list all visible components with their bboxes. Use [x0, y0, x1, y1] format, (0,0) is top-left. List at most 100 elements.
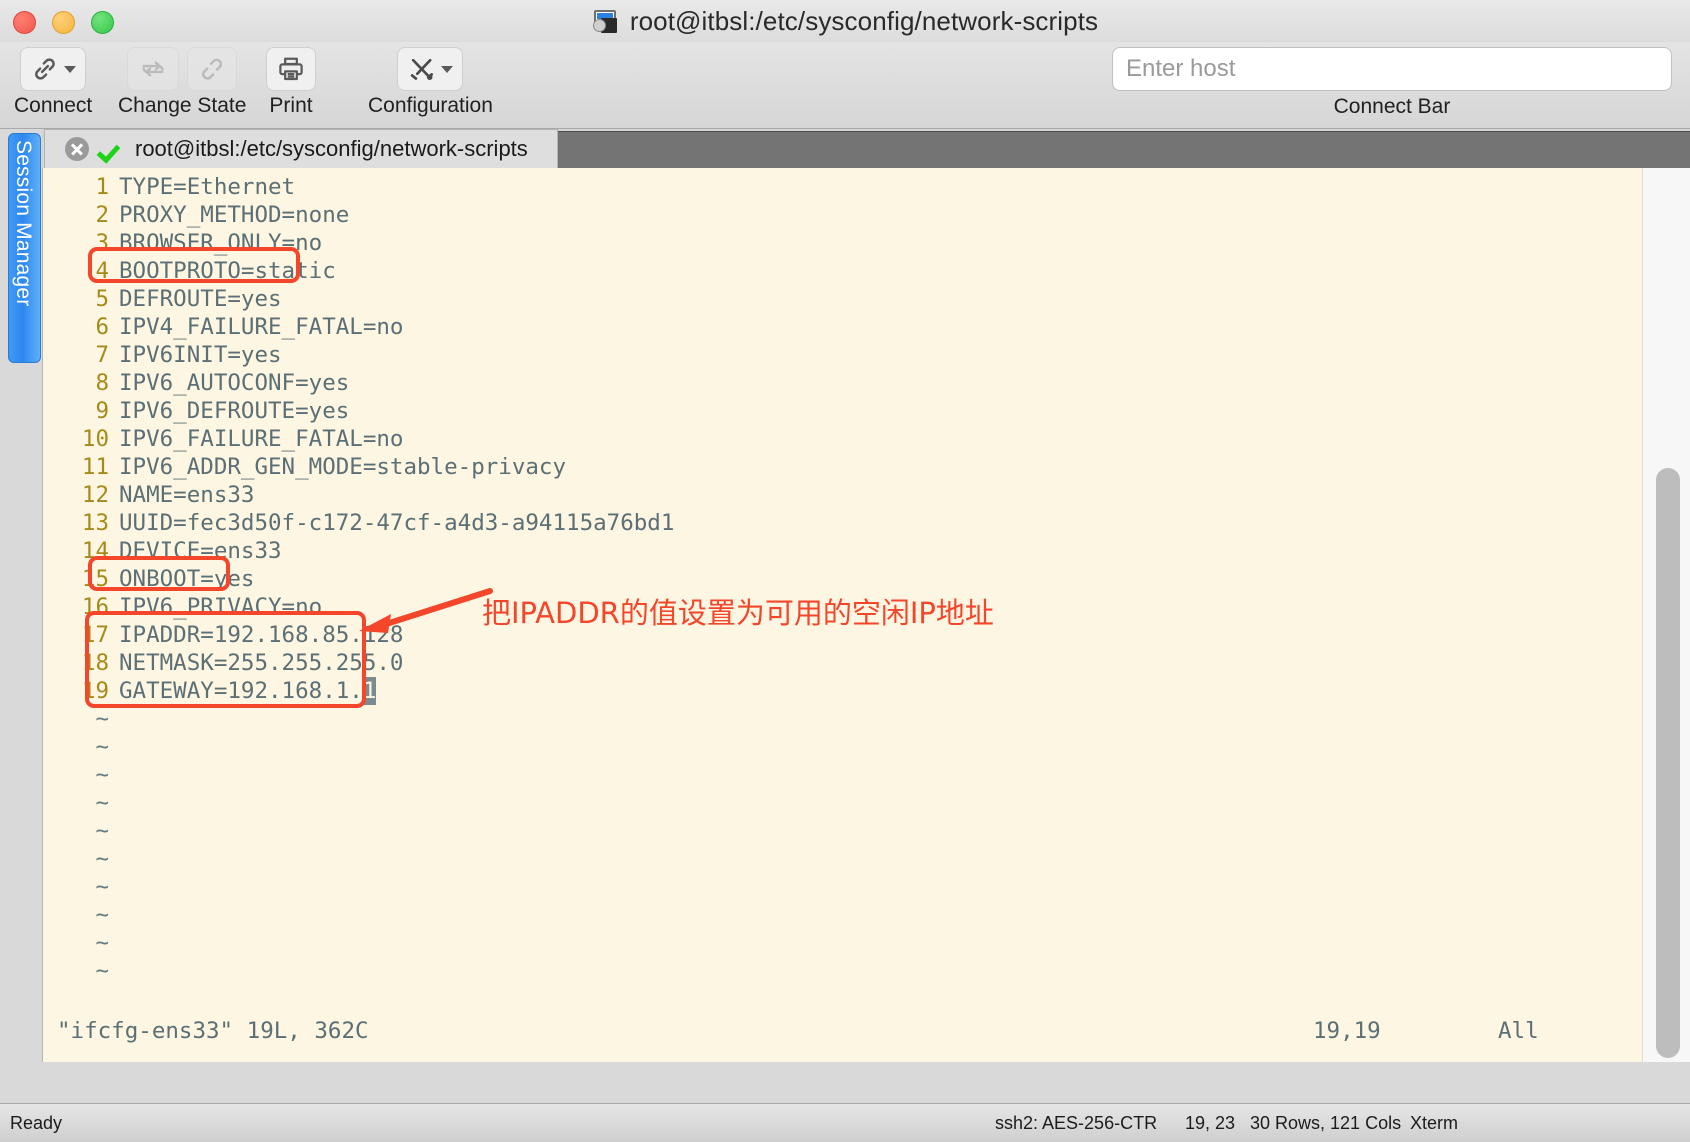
code-line: 4 BOOTPROTO=static — [43, 257, 1643, 285]
tab-session-active[interactable]: root@itbsl:/etc/sysconfig/network-script… — [44, 129, 558, 168]
line-number: 7 — [95, 342, 109, 368]
line-text: NAME=ens33 — [119, 482, 255, 508]
link-icon — [35, 58, 55, 80]
line-text: IPV4_FAILURE_FATAL=no — [119, 314, 404, 340]
vim-tilde-marker: ~ — [95, 706, 109, 732]
vim-tilde-marker: ~ — [95, 790, 109, 816]
code-line: 3 BROWSER_ONLY=no — [43, 229, 1643, 257]
tab-strip-empty-area — [558, 131, 1690, 168]
code-line: 6 IPV4_FAILURE_FATAL=no — [43, 313, 1643, 341]
sidebar-item-session-manager[interactable]: Session Manager — [8, 133, 41, 363]
vim-empty-line: ~ — [43, 705, 1643, 733]
window-close-button[interactable] — [13, 11, 36, 34]
code-line: 12 NAME=ens33 — [43, 481, 1643, 509]
vim-tilde-marker: ~ — [95, 846, 109, 872]
toolbar-item-configuration[interactable]: Configuration — [368, 47, 493, 118]
line-text: IPV6INIT=yes — [119, 342, 282, 368]
line-number: 9 — [95, 398, 109, 424]
vim-tilde-marker: ~ — [95, 902, 109, 928]
line-text: BOOTPROTO=static — [119, 258, 336, 284]
securecrt-window: root@itbsl:/etc/sysconfig/network-script… — [0, 0, 1690, 1142]
line-text: UUID=fec3d50f-c172-47cf-a4d3-a94115a76bd… — [119, 510, 675, 536]
line-text: BROWSER_ONLY=no — [119, 230, 323, 256]
toolbar-item-connect[interactable]: Connect — [14, 47, 92, 118]
status-cursor-position: 19, 23 — [1185, 1113, 1236, 1133]
line-number: 17 — [81, 622, 109, 648]
code-line: 11 IPV6_ADDR_GEN_MODE=stable-privacy — [43, 453, 1643, 481]
vim-empty-line: ~ — [43, 901, 1643, 929]
vim-tilde-marker: ~ — [95, 874, 109, 900]
print-label: Print — [269, 94, 313, 117]
vim-tilde-marker: ~ — [95, 762, 109, 788]
line-text: PROXY_METHOD=none — [119, 202, 350, 228]
text-cursor: 1 — [362, 677, 377, 705]
reconnect-button[interactable] — [127, 47, 180, 91]
line-number: 2 — [95, 202, 109, 228]
toolbar-item-print[interactable]: Print — [266, 47, 316, 118]
line-number: 8 — [95, 370, 109, 396]
vim-file-info: "ifcfg-ens33" 19L, 362C — [57, 1018, 369, 1044]
window-title: root@itbsl:/etc/sysconfig/network-script… — [629, 5, 1099, 36]
line-text: NETMASK=255.255.255.0 — [119, 650, 404, 676]
line-text: IPADDR=192.168.85.128 — [119, 622, 404, 648]
status-ssh-cipher: ssh2: AES-256-CTR — [995, 1113, 1158, 1133]
window-maximize-button[interactable] — [91, 11, 114, 34]
vim-tilde-marker: ~ — [95, 958, 109, 984]
line-number: 16 — [81, 594, 109, 620]
line-number: 10 — [81, 426, 109, 452]
code-line-cursor: 19 GATEWAY=192.168.1. 1 — [43, 677, 1643, 705]
print-button[interactable] — [266, 47, 316, 91]
vim-tilde-marker: ~ — [95, 930, 109, 956]
status-emulation: Xterm — [1410, 1113, 1459, 1133]
code-line: 9 IPV6_DEFROUTE=yes — [43, 397, 1643, 425]
vertical-scrollbar[interactable] — [1642, 168, 1690, 1062]
line-text: ONBOOT=yes — [119, 566, 255, 592]
toolbar-item-change-state[interactable]: Change State — [118, 47, 246, 118]
line-text: IPV6_FAILURE_FATAL=no — [119, 426, 404, 452]
line-number: 14 — [81, 538, 109, 564]
line-text: DEVICE=ens33 — [119, 538, 282, 564]
change-state-label: Change State — [118, 94, 247, 117]
vim-empty-line: ~ — [43, 761, 1643, 789]
line-text: GATEWAY=192.168.1. — [119, 678, 363, 704]
line-text: TYPE=Ethernet — [119, 174, 296, 200]
status-ready: Ready — [10, 1113, 63, 1133]
code-line: 2 PROXY_METHOD=none — [43, 201, 1643, 229]
chevron-down-icon[interactable] — [441, 65, 454, 73]
line-number: 18 — [81, 650, 109, 676]
status-dimensions: 30 Rows, 121 Cols — [1250, 1113, 1402, 1133]
code-line: 14 DEVICE=ens33 — [43, 537, 1643, 565]
vim-empty-line: ~ — [43, 817, 1643, 845]
code-line: 13 UUID=fec3d50f-c172-47cf-a4d3-a94115a76… — [43, 509, 1643, 537]
configuration-button[interactable] — [397, 47, 464, 91]
host-input[interactable] — [1112, 47, 1672, 91]
code-line: 17 IPADDR=192.168.85.128 — [43, 621, 1643, 649]
scrollbar-thumb[interactable] — [1656, 468, 1680, 1058]
vim-tilde-marker: ~ — [95, 818, 109, 844]
vim-empty-line: ~ — [43, 873, 1643, 901]
chevron-down-icon[interactable] — [64, 65, 77, 73]
line-number: 15 — [81, 566, 109, 592]
close-circle-icon[interactable] — [65, 137, 89, 161]
tab-strip: root@itbsl:/etc/sysconfig/network-script… — [42, 129, 1690, 168]
line-text: IPV6_DEFROUTE=yes — [119, 398, 350, 424]
code-line: 15 ONBOOT=yes — [43, 565, 1643, 593]
broken-link-icon — [202, 58, 223, 80]
line-number: 4 — [95, 258, 109, 284]
connect-bar-label: Connect Bar — [1333, 95, 1451, 118]
line-number: 13 — [81, 510, 109, 536]
terminal-text-area: 1 TYPE=Ethernet 2 PROXY_METHOD=none 3 BROWS… — [43, 168, 1643, 1062]
line-number: 3 — [95, 230, 109, 256]
code-line: 8 IPV6_AUTOCONF=yes — [43, 369, 1643, 397]
connect-button[interactable] — [20, 47, 87, 91]
session-manager-label: Session Manager — [12, 140, 35, 307]
line-number: 5 — [95, 286, 109, 312]
line-text: DEFROUTE=yes — [119, 286, 282, 312]
terminal-lock-icon — [592, 9, 618, 33]
disconnect-button[interactable] — [187, 47, 238, 91]
printer-icon — [279, 57, 303, 81]
terminal-pane[interactable]: 1 TYPE=Ethernet 2 PROXY_METHOD=none 3 BROWS… — [42, 168, 1690, 1062]
status-bar: Ready ssh2: AES-256-CTR 19, 23 30 Rows, … — [0, 1103, 1690, 1142]
loop-arrows-icon — [142, 61, 164, 77]
window-minimize-button[interactable] — [52, 11, 75, 34]
